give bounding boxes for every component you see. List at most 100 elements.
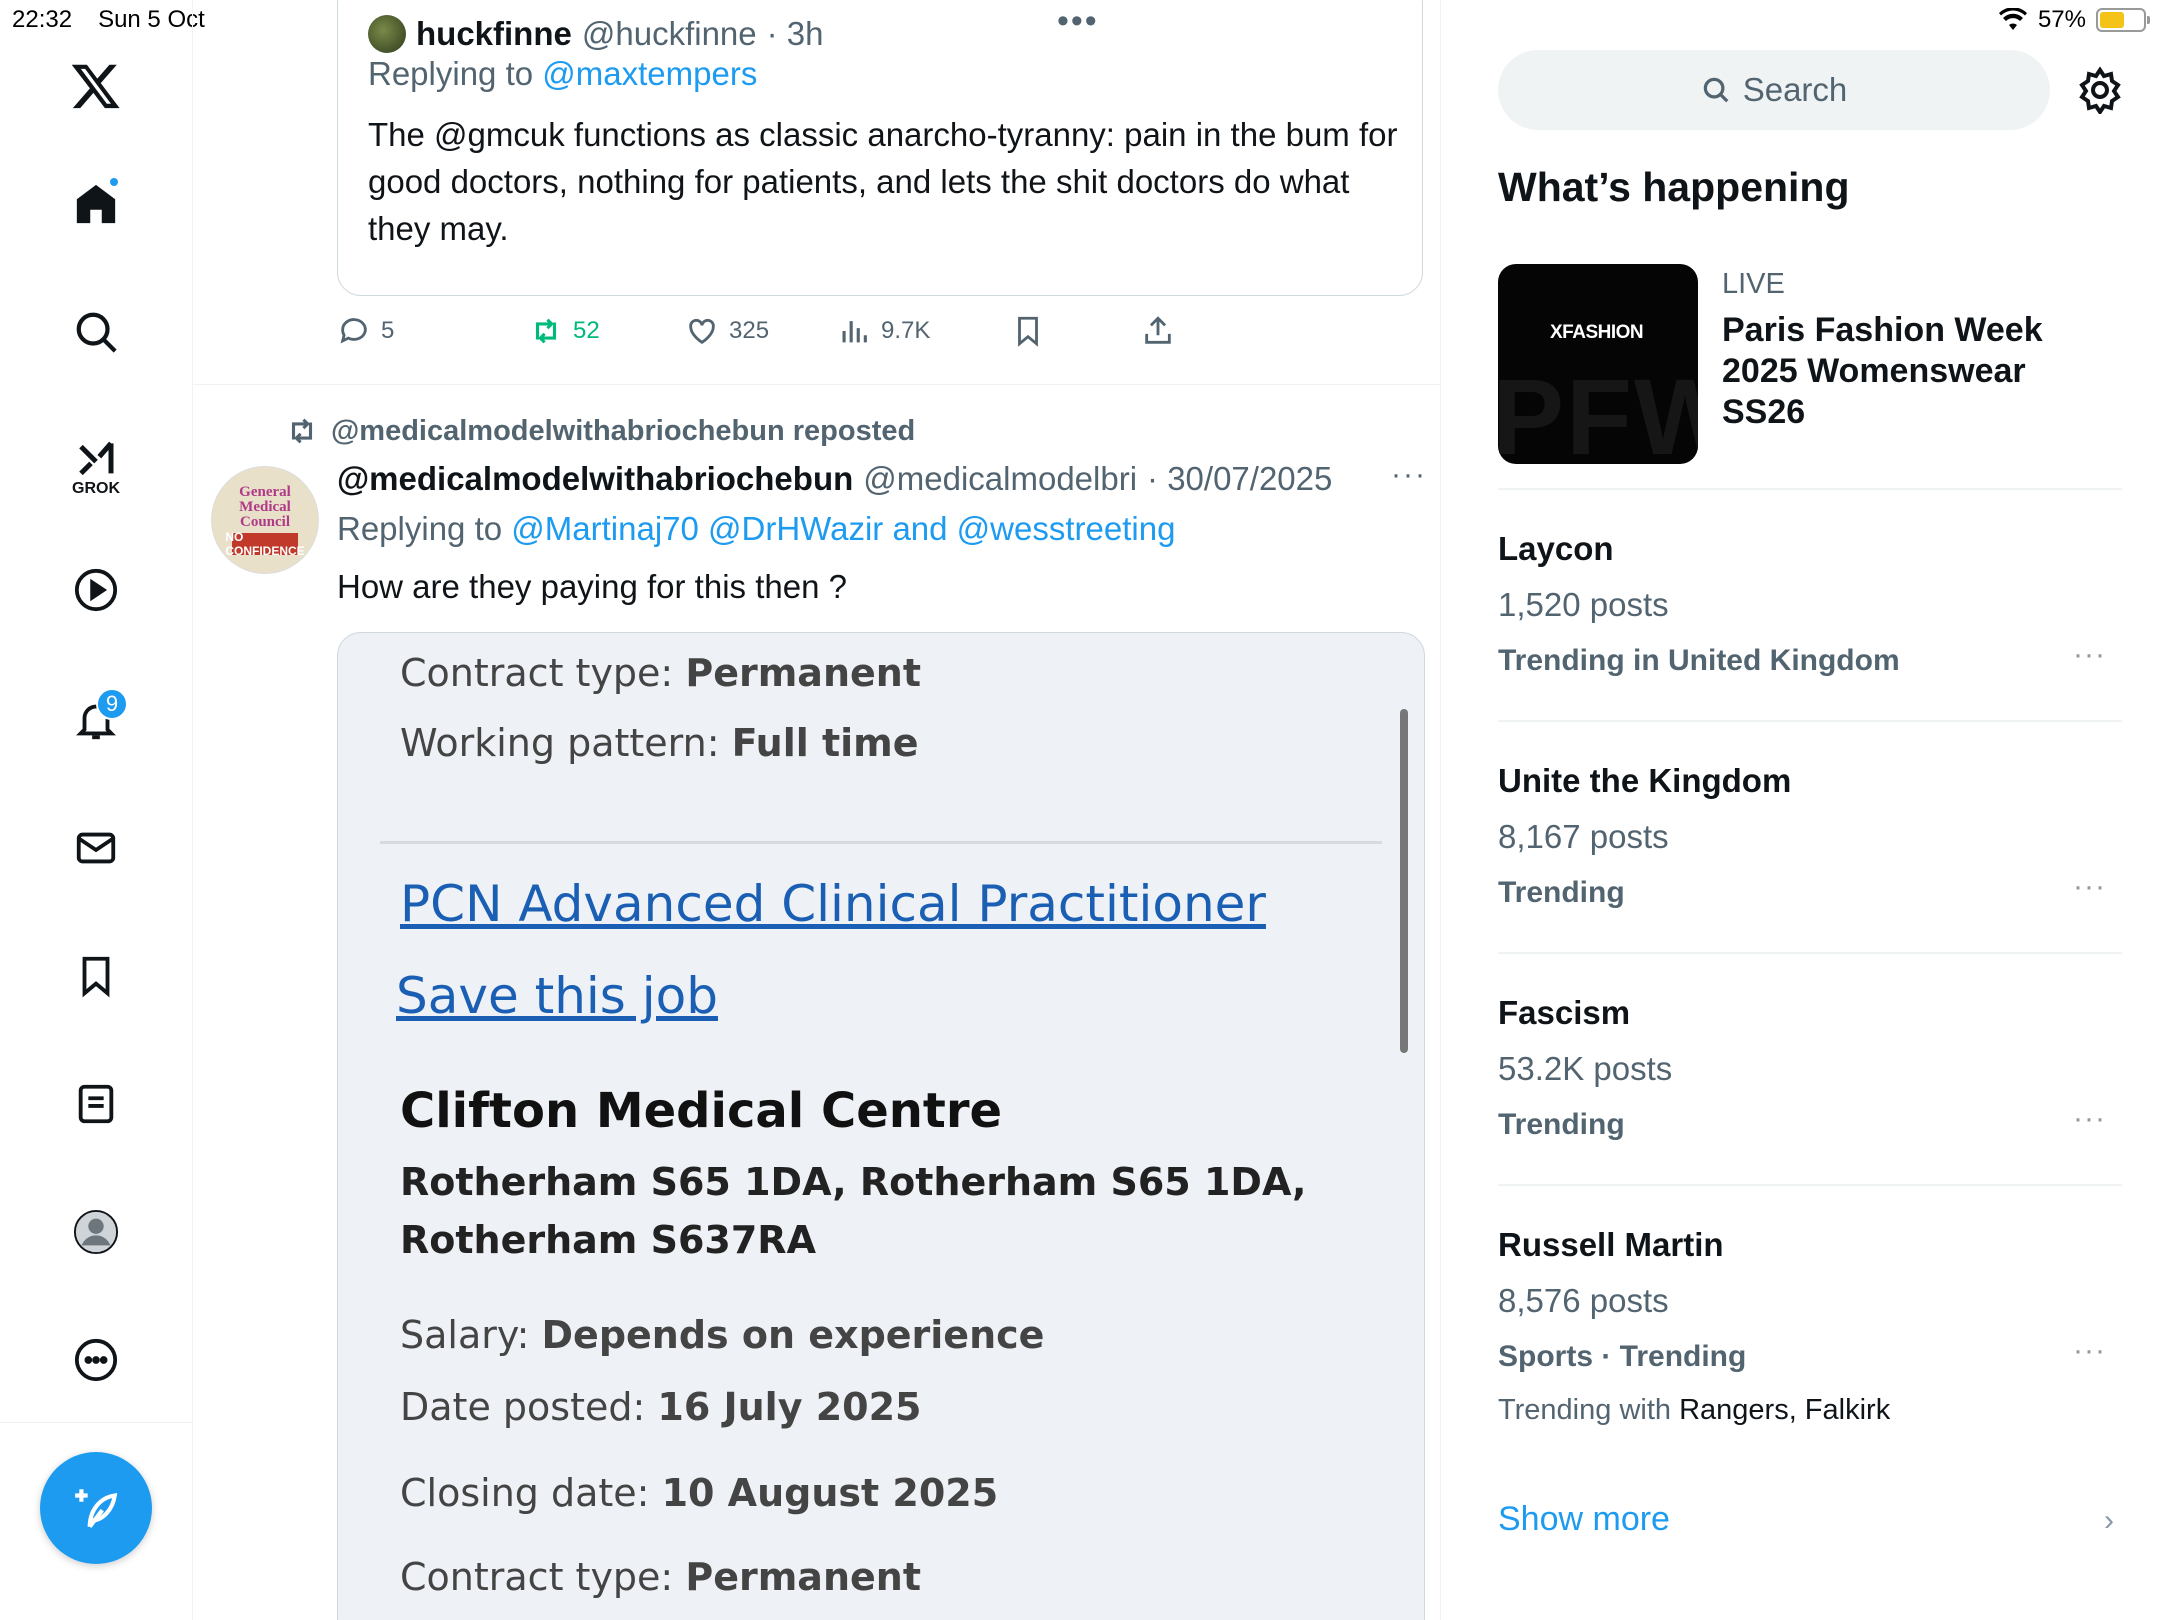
views-button[interactable]: 9.7K [837, 314, 930, 348]
play-icon [74, 568, 118, 612]
notifications-badge: 9 [96, 688, 128, 720]
grok-label: GROK [72, 480, 120, 497]
nav-messages[interactable] [56, 808, 136, 888]
post-header: @medicalmodelwithabriochebun @medicalmod… [337, 460, 1332, 498]
replying-to-prefix: Replying to [337, 510, 503, 547]
trend-post-count: 8,167 posts [1498, 818, 1669, 855]
quoted-post-avatar[interactable] [368, 15, 406, 53]
quoted-post-time: · 3h [766, 15, 824, 52]
post-author-handle[interactable]: @medicalmodelbri [863, 460, 1137, 498]
trend-more-button[interactable]: ··· [2073, 638, 2106, 672]
trend-context: Sports · Trending [1498, 1340, 1747, 1373]
trend-name: Russell Martin [1498, 1226, 1724, 1263]
trend-name: Unite the Kingdom [1498, 762, 1792, 799]
gear-icon[interactable] [2076, 66, 2124, 114]
search-icon [1703, 77, 1729, 103]
reply-button[interactable]: 5 [337, 314, 394, 348]
live-image-bg-text: PFW [1498, 356, 1698, 464]
chevron-right-icon: › [2104, 1504, 2114, 1537]
quoted-post-header: huckfinne @huckfinne · 3h [368, 15, 824, 53]
media-posted-label: Date posted: [400, 1385, 646, 1429]
search-placeholder: Search [1742, 71, 1848, 108]
live-event-card[interactable]: PFW XFASHION LIVE Paris Fashion Week 202… [1498, 264, 2122, 464]
whats-happening-title: What’s happening [1498, 164, 1850, 210]
trend-more-button[interactable]: ··· [2073, 1334, 2106, 1368]
like-button[interactable]: 325 [685, 314, 769, 348]
repost-button[interactable]: 52 [529, 314, 600, 348]
quoted-post-author-name[interactable]: huckfinne [416, 15, 572, 53]
like-count: 325 [729, 317, 770, 344]
nav-more[interactable] [56, 1320, 136, 1400]
media-posted-value: 16 July 2025 [657, 1385, 922, 1429]
nav-grok[interactable]: GROK [56, 420, 136, 500]
media-contract2-line: Contract type: Permanent [400, 1555, 921, 1599]
repost-icon [291, 418, 313, 444]
post-author-name[interactable]: @medicalmodelwithabriochebun [337, 460, 853, 498]
compose-feather-icon [75, 1489, 118, 1528]
media-job-title-link: PCN Advanced Clinical Practitioner [400, 875, 1266, 933]
x-logo-icon[interactable] [70, 60, 122, 112]
bookmark-icon [82, 956, 110, 998]
live-event-title: Paris Fashion Week 2025 Womenswear SS26 [1722, 311, 2043, 431]
timeline: ••• huckfinne @huckfinne · 3h Replying t… [193, 0, 1441, 1620]
post-date: · 30/07/2025 [1147, 460, 1333, 497]
nav-profile[interactable] [56, 1192, 136, 1272]
trend-context: Trending [1498, 876, 1625, 909]
home-unread-dot [108, 176, 120, 188]
trend-post-count: 53.2K posts [1498, 1050, 1673, 1087]
repost-indicator[interactable]: @medicalmodelwithabriochebun reposted [285, 414, 915, 448]
sidebar-divider [1498, 1184, 2122, 1186]
avatar-text-2: Medical [239, 499, 291, 515]
view-count: 9.7K [881, 317, 931, 344]
compose-post-button[interactable] [40, 1452, 152, 1564]
media-contract2-label: Contract type: [400, 1555, 674, 1599]
post-author-avatar[interactable]: General Medical Council NO CONFIDENCE [211, 466, 319, 574]
media-contract2-value: Permanent [685, 1555, 921, 1599]
bookmark-button[interactable] [1011, 314, 1045, 348]
post-media-image[interactable]: Contract type: Permanent Working pattern… [337, 632, 1425, 1620]
nav-bookmarks[interactable] [56, 936, 136, 1016]
media-closing-value: 10 August 2025 [661, 1471, 999, 1515]
search-icon [76, 312, 117, 353]
media-save-job-link: Save this job [396, 967, 718, 1025]
nav-notifications[interactable]: 9 [56, 680, 136, 760]
replying-to-link[interactable]: @maxtempers [542, 55, 757, 92]
media-salary-line: Salary: Depends on experience [400, 1313, 1044, 1357]
avatar-protest-sign: NO CONFIDENCE [225, 530, 305, 558]
nav-video[interactable] [56, 550, 136, 630]
live-tag: LIVE [1722, 268, 1785, 300]
nav-lists[interactable] [56, 1064, 136, 1144]
heart-icon [689, 318, 715, 345]
trend-context: Trending in United Kingdom [1498, 644, 1900, 677]
media-address-2: Rotherham S637RA [400, 1218, 816, 1262]
replying-to-links[interactable]: @Martinaj70 @DrHWazir and @wesstreeting [511, 510, 1175, 547]
nav-explore[interactable] [56, 292, 136, 372]
live-image-brand: XFASHION [1550, 322, 1644, 343]
search-input[interactable]: Search [1498, 50, 2050, 130]
media-pattern-label: Working pattern: [400, 721, 720, 765]
list-icon [78, 1084, 114, 1124]
reply-icon [340, 318, 367, 344]
quoted-post-card[interactable]: huckfinne @huckfinne · 3h Replying to @m… [337, 0, 1423, 296]
trend-more-button[interactable]: ··· [2073, 870, 2106, 904]
quoted-post-author-handle[interactable]: @huckfinne [582, 15, 757, 53]
trend-name: Laycon [1498, 530, 1614, 567]
media-contract-value: Permanent [685, 651, 921, 695]
profile-avatar-icon [73, 1209, 119, 1255]
sidebar-divider [1498, 952, 2122, 954]
bookmark-icon [1018, 316, 1038, 347]
media-pattern-value: Full time [731, 721, 919, 765]
media-separator [380, 841, 1382, 844]
trend-more-button[interactable]: ··· [2073, 1102, 2106, 1136]
share-button[interactable] [1141, 314, 1175, 348]
trend-related-value[interactable]: Rangers, Falkirk [1679, 1394, 1890, 1426]
grok-icon [79, 441, 114, 476]
media-employer: Clifton Medical Centre [400, 1083, 1003, 1139]
show-more-link[interactable]: Show more [1498, 1500, 1670, 1539]
trend-related-prefix: Trending with [1498, 1394, 1672, 1426]
media-closing-label: Closing date: [400, 1471, 650, 1515]
media-salary-label: Salary: [400, 1313, 530, 1357]
post-more-menu[interactable]: ··· [1391, 458, 1427, 492]
nav-home[interactable] [56, 164, 136, 244]
post-actions-bar: 5 52 325 9.7K [337, 314, 1337, 358]
